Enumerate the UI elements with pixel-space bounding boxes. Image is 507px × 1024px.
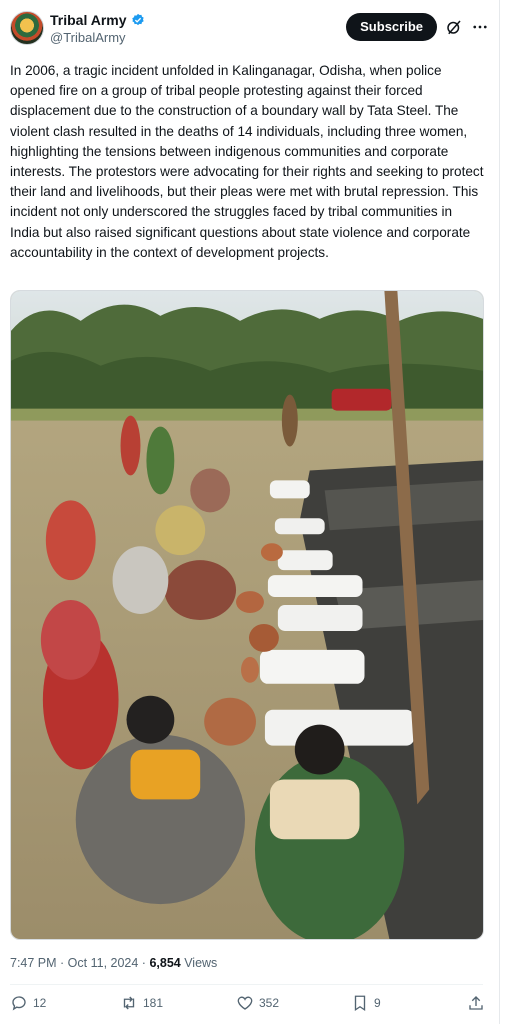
share-icon xyxy=(469,996,483,1010)
verified-badge-icon xyxy=(131,13,144,26)
reply-button[interactable]: 12 xyxy=(10,994,46,1012)
post-header: Tribal Army @TribalArmy Subscribe xyxy=(10,10,489,50)
avatar[interactable] xyxy=(10,11,44,45)
bookmark-count: 9 xyxy=(374,996,381,1010)
post-meta: 7:47 PM · Oct 11, 2024 · 6,854 Views xyxy=(10,956,217,970)
heart-icon xyxy=(237,996,253,1010)
meta-separator-2: · xyxy=(138,956,150,970)
post-time[interactable]: 7:47 PM xyxy=(10,956,57,970)
share-button[interactable] xyxy=(467,994,485,1012)
reply-icon xyxy=(12,996,26,1011)
divider xyxy=(10,984,483,985)
subscribe-button[interactable]: Subscribe xyxy=(346,13,437,41)
views-label: Views xyxy=(180,956,218,970)
repost-count: 181 xyxy=(143,996,164,1010)
bookmark-icon xyxy=(354,995,366,1012)
author-display-name[interactable]: Tribal Army xyxy=(50,12,127,28)
like-count: 352 xyxy=(259,996,280,1010)
repost-button[interactable]: 181 xyxy=(120,994,163,1012)
grok-icon[interactable] xyxy=(445,18,463,36)
post-card: Tribal Army @TribalArmy Subscribe In 200… xyxy=(0,0,500,1024)
post-photo[interactable] xyxy=(10,290,484,940)
reply-count: 12 xyxy=(33,996,47,1010)
post-text: In 2006, a tragic incident unfolded in K… xyxy=(10,63,484,260)
meta-separator: · xyxy=(56,956,68,970)
author-name-row[interactable]: Tribal Army xyxy=(50,12,145,28)
repost-icon xyxy=(123,996,135,1010)
more-options-icon[interactable] xyxy=(471,18,489,36)
post-date[interactable]: Oct 11, 2024 xyxy=(68,956,139,970)
bookmark-button[interactable]: 9 xyxy=(351,994,381,1012)
action-bar: 12 181 352 9 xyxy=(10,994,485,1018)
like-button[interactable]: 352 xyxy=(236,994,279,1012)
author-handle[interactable]: @TribalArmy xyxy=(50,30,126,45)
views-count: 6,854 xyxy=(149,956,181,970)
